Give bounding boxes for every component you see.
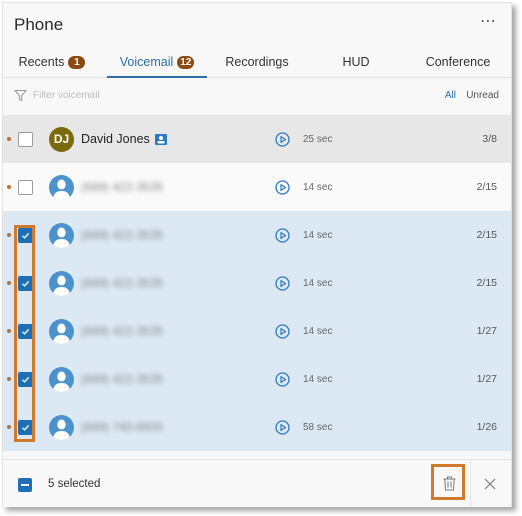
play-icon[interactable] — [275, 276, 290, 291]
duration: 14 sec — [303, 326, 333, 337]
person-icon — [53, 371, 70, 392]
play-icon[interactable] — [275, 324, 290, 339]
phone-panel: Phone ⋯ Recents 1 Voicemail 12 Recordings … — [2, 2, 512, 507]
row-checkbox[interactable] — [18, 132, 33, 147]
trash-icon — [443, 476, 456, 491]
check-icon — [22, 232, 30, 239]
unread-dot-icon — [7, 233, 11, 237]
selection-footer: 5 selected — [3, 459, 511, 507]
filter-all-option[interactable]: All — [445, 90, 456, 101]
check-icon — [22, 328, 30, 335]
tab-label: Voicemail — [119, 55, 174, 69]
caller-number: (689) 422-3535 — [81, 324, 164, 338]
tab-badge: 1 — [68, 56, 86, 69]
person-icon — [53, 179, 70, 200]
row-checkbox[interactable] — [18, 228, 33, 243]
unread-dot-icon — [7, 425, 11, 429]
selected-count: 5 selected — [48, 478, 101, 490]
avatar — [49, 223, 74, 248]
date: 1/27 — [476, 373, 497, 385]
check-icon — [22, 376, 30, 383]
more-options-icon[interactable]: ⋯ — [480, 11, 497, 31]
check-icon — [22, 424, 30, 431]
tab-label: Conference — [425, 55, 491, 69]
date: 2/15 — [476, 277, 497, 289]
tab-bar: Recents 1 Voicemail 12 Recordings HUD Conf… — [3, 47, 511, 78]
filter-unread-option[interactable]: Unread — [466, 90, 499, 101]
date: 3/8 — [482, 133, 497, 145]
caller-number: (689) 422-3535 — [81, 276, 164, 290]
duration: 25 sec — [303, 134, 333, 145]
deselect-all-checkbox[interactable] — [18, 478, 32, 492]
tab-conference[interactable]: Conference — [417, 47, 499, 77]
voicemail-row[interactable]: (689) 422-3535 14 sec 2/15 — [3, 211, 511, 259]
caller-number: (689) 422-3535 — [81, 228, 164, 242]
unread-dot-icon — [7, 137, 11, 141]
filter-bar: All Unread — [3, 78, 511, 114]
play-icon[interactable] — [275, 180, 290, 195]
play-icon[interactable] — [275, 228, 290, 243]
duration: 14 sec — [303, 278, 333, 289]
date: 2/15 — [476, 229, 497, 241]
person-icon — [53, 419, 70, 440]
voicemail-row[interactable]: DJ David Jones 25 sec 3/8 — [3, 115, 511, 163]
unread-dot-icon — [7, 329, 11, 333]
tab-label: HUD — [342, 55, 370, 69]
duration: 58 sec — [303, 422, 333, 433]
voicemail-row[interactable]: (689) 422-3535 14 sec 2/15 — [3, 259, 511, 307]
date: 2/15 — [476, 181, 497, 193]
caller-number: (689) 740-6600 — [81, 420, 164, 434]
tab-voicemail[interactable]: Voicemail 12 — [107, 47, 207, 78]
row-checkbox[interactable] — [18, 372, 33, 387]
caller-number: (689) 422-3535 — [81, 372, 164, 386]
avatar — [49, 367, 74, 392]
unread-dot-icon — [7, 185, 11, 189]
row-checkbox[interactable] — [18, 276, 33, 291]
row-checkbox[interactable] — [18, 324, 33, 339]
caller-number: (689) 422-3535 — [81, 180, 164, 194]
row-checkbox[interactable] — [18, 180, 33, 195]
delete-button[interactable] — [431, 464, 465, 500]
date: 1/26 — [476, 421, 497, 433]
avatar — [49, 319, 74, 344]
voicemail-row[interactable]: (689) 422-3535 14 sec 2/15 — [3, 163, 511, 211]
play-icon[interactable] — [275, 132, 290, 147]
avatar — [49, 175, 74, 200]
panel-header: Phone ⋯ — [3, 3, 511, 47]
unread-dot-icon — [7, 281, 11, 285]
tab-label: Recordings — [225, 55, 289, 69]
voicemail-row[interactable]: (689) 422-3535 14 sec 1/27 — [3, 355, 511, 403]
footer-divider — [470, 460, 471, 507]
caller-name: David Jones — [81, 132, 167, 146]
check-icon — [22, 280, 30, 287]
date: 1/27 — [476, 325, 497, 337]
close-icon[interactable] — [484, 478, 496, 490]
voicemail-row[interactable]: (689) 422-3535 14 sec 1/27 — [3, 307, 511, 355]
row-checkbox[interactable] — [18, 420, 33, 435]
avatar — [49, 415, 74, 440]
tab-recents[interactable]: Recents 1 — [13, 47, 91, 77]
tab-recordings[interactable]: Recordings — [217, 47, 297, 77]
tab-label: Recents — [18, 55, 65, 69]
caller-name-text: David Jones — [81, 132, 150, 146]
duration: 14 sec — [303, 182, 333, 193]
filter-icon — [14, 90, 27, 102]
person-icon — [53, 227, 70, 248]
tab-hud[interactable]: HUD — [321, 47, 391, 77]
avatar: DJ — [49, 127, 74, 152]
unread-dot-icon — [7, 377, 11, 381]
filter-voicemail-input[interactable] — [33, 87, 233, 103]
voicemail-row[interactable]: (689) 740-6600 58 sec 1/26 — [3, 403, 511, 451]
person-icon — [53, 323, 70, 344]
voicemail-list: DJ David Jones 25 sec 3/8 (689) 422-3535… — [3, 115, 511, 451]
contact-card-icon[interactable] — [154, 134, 167, 145]
avatar — [49, 271, 74, 296]
play-icon[interactable] — [275, 372, 290, 387]
tab-badge: 12 — [177, 56, 195, 69]
person-icon — [53, 275, 70, 296]
panel-title: Phone — [14, 15, 64, 34]
duration: 14 sec — [303, 230, 333, 241]
play-icon[interactable] — [275, 420, 290, 435]
duration: 14 sec — [303, 374, 333, 385]
